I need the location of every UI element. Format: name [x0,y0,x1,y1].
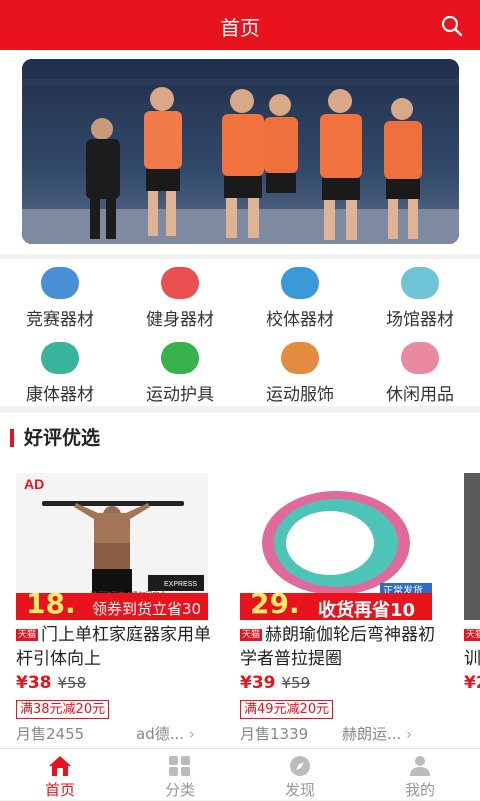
promo-price: 18. [26,587,76,620]
recommended-section: 好评优选 AD EXPRESS 送运动手套 5重加固安全 18. 领券到货立省3… [0,413,480,748]
category-grid: 竞赛器材 健身器材 校体器材 场馆器材 康体器材 运动护具 运动服饰 休闲用品 [0,259,480,406]
coupon-badge: 满38元减20元 [16,700,110,719]
dumbbell-icon [161,267,199,299]
tab-label: 首页 [44,781,75,799]
promo-price: 29. [250,587,300,620]
category-protective[interactable]: 运动护具 [120,334,240,405]
product-price: ¥39 ¥59 [240,673,310,693]
tab-label: 分类 [164,781,195,799]
search-icon[interactable] [440,14,464,38]
original-price: ¥59 [281,674,311,692]
product-card[interactable]: 天猫训 ¥2 [464,473,480,743]
banner-area [0,50,480,254]
shop-name[interactable]: 赫朗运... › [342,723,412,744]
grid-icon [169,756,190,776]
category-label: 竞赛器材 [26,310,94,330]
promo-text: 收货再省10 [318,600,416,621]
original-price: ¥58 [57,674,87,692]
promo-banner: 18. 领券到货立省30 [16,587,208,620]
tab-label: 我的 [404,781,435,799]
product-name: 天猫训 [464,623,480,671]
category-fitness[interactable]: 健身器材 [120,259,240,330]
tab-mine[interactable]: 我的 [360,749,480,801]
user-icon [410,756,430,776]
svg-text:EXPRESS: EXPRESS [164,581,197,588]
product-name: 天猫 门上单杠家庭器家用单杆引体向上 [16,623,216,671]
product-image [464,473,480,620]
product-name: 天猫 赫朗瑜伽轮后弯神器初学者普拉提圈 [240,623,440,671]
product-price: ¥2 [464,673,480,693]
category-label: 校体器材 [266,310,334,330]
kneepad-icon [161,342,199,374]
category-competition[interactable]: 竞赛器材 [0,259,120,330]
product-card[interactable]: AD EXPRESS 送运动手套 5重加固安全 18. 领券到货立省30 天猫门… [16,473,221,743]
category-venue[interactable]: 场馆器材 [360,259,480,330]
chevron-right-icon: › [188,725,195,743]
promo-banner: 29. 收货再省10 [240,587,432,621]
product-name-text: 训 [464,649,480,669]
brand-logo: AD [24,476,44,492]
category-label: 运动服饰 [266,385,334,405]
court-icon [401,267,439,299]
top-bar: 首页 [0,0,480,50]
category-wellness[interactable]: 康体器材 [0,334,120,405]
compass-icon [290,756,310,776]
umbrella-icon [401,342,439,374]
trophy-icon [41,267,79,299]
home-icon [49,756,71,776]
product-price: ¥38 ¥58 [16,673,86,693]
category-label: 休闲用品 [386,385,454,405]
category-label: 运动护具 [146,385,214,405]
chevron-right-icon: › [406,725,413,743]
monthly-sales: 月售2455 [16,725,85,743]
promo-text: 领券到货立省30 [92,600,202,618]
tab-category[interactable]: 分类 [120,749,240,801]
category-label: 健身器材 [146,310,214,330]
category-school[interactable]: 校体器材 [240,259,360,330]
product-card[interactable]: 正常发货 29. 收货再省10 天猫 赫朗瑜伽轮后弯神器初学者普拉提圈 ¥39 ¥5… [240,473,445,743]
category-apparel[interactable]: 运动服饰 [240,334,360,405]
current-price: ¥39 [240,673,276,693]
tab-home[interactable]: 首页 [0,749,120,801]
category-leisure[interactable]: 休闲用品 [360,334,480,405]
tmall-badge: 天猫 [464,629,480,641]
tmall-badge: 天猫 [240,629,263,641]
volleyball-team-photo [22,59,459,244]
product-name-text: 门上单杠家庭器家用单杆引体向上 [16,625,212,669]
banner-image[interactable] [22,59,459,244]
bottom-tab-bar: 首页 分类 发现 我的 [0,748,480,800]
yoga-icon [41,342,79,374]
tmall-badge: 天猫 [16,629,39,641]
coupon-badge: 满49元减20元 [240,700,334,719]
page-title: 首页 [220,16,260,40]
category-label: 康体器材 [26,385,94,405]
school-icon [281,267,319,299]
tab-discover[interactable]: 发现 [240,749,360,801]
current-price: ¥38 [16,673,52,693]
monthly-sales: 月售1339 [240,725,309,743]
product-name-text: 赫朗瑜伽轮后弯神器初学者普拉提圈 [240,625,436,669]
category-label: 场馆器材 [386,310,454,330]
tab-label: 发现 [284,781,315,799]
shop-name[interactable]: ad德... › [136,723,195,744]
shirt-icon [281,342,319,374]
section-title: 好评优选 [10,429,100,448]
